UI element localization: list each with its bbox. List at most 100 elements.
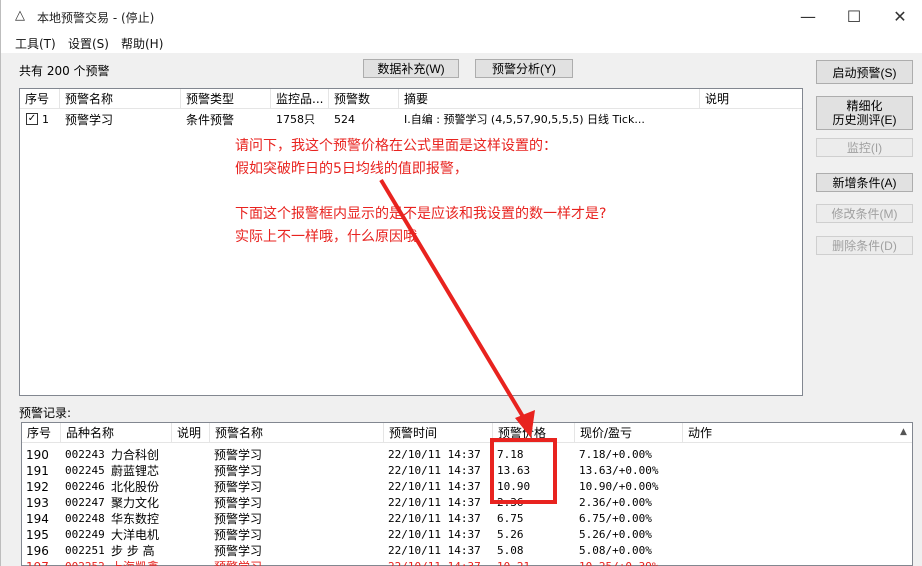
record-alert-price: 6.75 [497, 512, 524, 525]
title-bar: △ 本地预警交易 - (停止) — ☐ ✕ [1, 0, 922, 33]
record-no: 194 [26, 512, 49, 526]
col-header-no[interactable]: 序号 [20, 89, 60, 109]
menu-tools[interactable]: 工具(T) [15, 35, 56, 52]
record-row[interactable]: 191 002245 蔚蓝锂芯 预警学习 22/10/11 14:37 13.63 13.6… [22, 463, 892, 479]
modify-condition-button[interactable]: 修改条件(M) [816, 204, 913, 223]
condition-list-header: 序号 预警名称 预警类型 监控品... 预警数 摘要 说明 [20, 89, 802, 109]
annotation-line-1: 请问下，我这个预警价格在公式里面是这样设置的： [235, 138, 557, 154]
record-alert-name: 预警学习 [214, 448, 263, 462]
record-row[interactable]: 190 002243 力合科创 预警学习 22/10/11 14:37 7.18 7.18/… [22, 447, 892, 463]
condition-monitor: 1758只 [276, 113, 315, 126]
record-now-profit: 6.75/+0.00% [579, 512, 652, 525]
rec-header-note[interactable]: 说明 [172, 423, 210, 443]
start-alert-button[interactable]: 启动预警(S) [816, 60, 913, 84]
fine-button-line1: 精细化 [846, 99, 883, 113]
record-row[interactable]: 192 002246 北化股份 预警学习 22/10/11 14:37 10.90 10.9… [22, 479, 892, 495]
record-product-name: 北化股份 [111, 480, 160, 494]
condition-name: 预警学习 [65, 113, 114, 127]
record-no: 190 [26, 448, 49, 462]
record-no: 197 [22, 559, 61, 566]
fine-button-line2: 历史测评(E) [832, 113, 897, 127]
record-alert-price: 2.36 [497, 496, 524, 509]
rec-header-time[interactable]: 预警时间 [384, 423, 493, 443]
maximize-icon: ☐ [846, 7, 862, 26]
record-code: 002251 [65, 544, 105, 557]
record-product-name: 力合科创 [111, 448, 160, 462]
record-row[interactable]: 194 002248 华东数控 预警学习 22/10/11 14:37 6.75 6.75/… [22, 511, 892, 527]
record-row[interactable]: 193 002247 聚力文化 预警学习 22/10/11 14:37 2.36 2.36/… [22, 495, 892, 511]
delete-condition-button[interactable]: 删除条件(D) [816, 236, 913, 255]
record-no: 193 [26, 496, 49, 510]
rec-header-now[interactable]: 现价/盈亏 [575, 423, 683, 443]
add-condition-button[interactable]: 新增条件(A) [816, 173, 913, 192]
record-code: 002249 [65, 528, 105, 541]
condition-no: 1 [42, 113, 49, 126]
col-header-note[interactable]: 说明 [700, 89, 802, 109]
scroll-up-icon[interactable]: ▲ [900, 427, 907, 437]
col-header-name[interactable]: 预警名称 [60, 89, 181, 109]
close-icon: ✕ [893, 7, 907, 26]
annotation-line-4: 实际上不一样哦，什么原因哦 [235, 229, 417, 245]
rec-header-price[interactable]: 预警价格 [493, 423, 575, 443]
rec-header-alert-name[interactable]: 预警名称 [210, 423, 384, 443]
main-window: △ 本地预警交易 - (停止) — ☐ ✕ 工具(T) 设置(S) 帮助(H) … [0, 0, 922, 566]
minimize-button[interactable]: — [785, 0, 831, 33]
record-product-name: 上海凯鑫 [107, 559, 172, 566]
record-product-name: 聚力文化 [111, 496, 160, 510]
condition-count: 524 [334, 113, 355, 126]
rec-header-action[interactable]: 动作 [683, 423, 895, 443]
col-header-monitor[interactable]: 监控品... [271, 89, 329, 109]
rec-header-product[interactable]: 品种名称 [61, 423, 172, 443]
record-note [172, 543, 210, 559]
record-alert-name: 预警学习 [214, 496, 263, 510]
record-no: 196 [26, 544, 49, 558]
record-note [172, 559, 210, 566]
rec-header-no[interactable]: 序号 [22, 423, 61, 443]
alert-record-list: 序号 品种名称 说明 预警名称 预警时间 预警价格 现价/盈亏 动作 ▲ 190… [21, 422, 913, 566]
condition-row[interactable]: ✓ 1 预警学习 条件预警 1758只 524 I.自编 : 预警学习 (4,5… [20, 111, 802, 129]
record-code: 002245 [65, 464, 105, 477]
record-alert-name: 预警学习 [214, 480, 263, 494]
fine-history-eval-button[interactable]: 精细化 历史测评(E) [816, 96, 913, 130]
record-note [172, 495, 210, 511]
condition-enabled-checkbox[interactable]: ✓ [26, 113, 38, 125]
record-now-profit: 10.90/+0.00% [579, 480, 659, 493]
monitor-button[interactable]: 监控(I) [816, 138, 913, 157]
record-time: 22/10/11 14:37 [388, 528, 481, 541]
alert-count-label: 共有 200 个预警 [19, 64, 110, 78]
record-no: 195 [26, 528, 49, 542]
window-title: 本地预警交易 - (停止) [37, 11, 155, 25]
col-header-type[interactable]: 预警类型 [181, 89, 271, 109]
record-alert-price: 7.18 [497, 448, 524, 461]
record-now-profit: 13.63/+0.00% [579, 464, 659, 477]
record-row[interactable]: 196 002251 步 步 高 预警学习 22/10/11 14:37 5.08 5.08… [22, 543, 892, 559]
record-product-name: 步 步 高 [111, 544, 155, 558]
col-header-count[interactable]: 预警数 [329, 89, 399, 109]
maximize-button[interactable]: ☐ [831, 0, 877, 33]
record-code: 002248 [65, 512, 105, 525]
record-row[interactable]: 197002252上海凯鑫 预警学习22/10/11 14:3710.2110.2… [22, 559, 892, 566]
record-time: 22/10/11 14:37 [388, 512, 481, 525]
records-label: 预警记录: [19, 406, 72, 420]
record-time: 22/10/11 14:37 [388, 496, 481, 509]
record-no: 191 [26, 464, 49, 478]
record-note [172, 527, 210, 543]
condition-type: 条件预警 [186, 113, 235, 127]
record-now-profit: 5.08/+0.00% [579, 544, 652, 557]
record-time: 22/10/11 14:37 [388, 544, 481, 557]
alert-analysis-button[interactable]: 预警分析(Y) [475, 59, 573, 78]
menu-bar: 工具(T) 设置(S) 帮助(H) [1, 33, 922, 53]
record-row[interactable]: 195 002249 大洋电机 预警学习 22/10/11 14:37 5.26 5.26/… [22, 527, 892, 543]
col-header-summary[interactable]: 摘要 [399, 89, 700, 109]
menu-settings[interactable]: 设置(S) [68, 35, 109, 52]
record-alert-price: 10.21 [493, 559, 575, 566]
record-code: 002246 [65, 480, 105, 493]
record-now-profit: 5.26/+0.00% [579, 528, 652, 541]
record-note [172, 479, 210, 495]
record-note [172, 511, 210, 527]
menu-help[interactable]: 帮助(H) [121, 35, 163, 52]
record-alert-price: 5.26 [497, 528, 524, 541]
close-button[interactable]: ✕ [877, 0, 922, 33]
record-alert-name: 预警学习 [210, 559, 384, 566]
data-fill-button[interactable]: 数据补充(W) [363, 59, 459, 78]
